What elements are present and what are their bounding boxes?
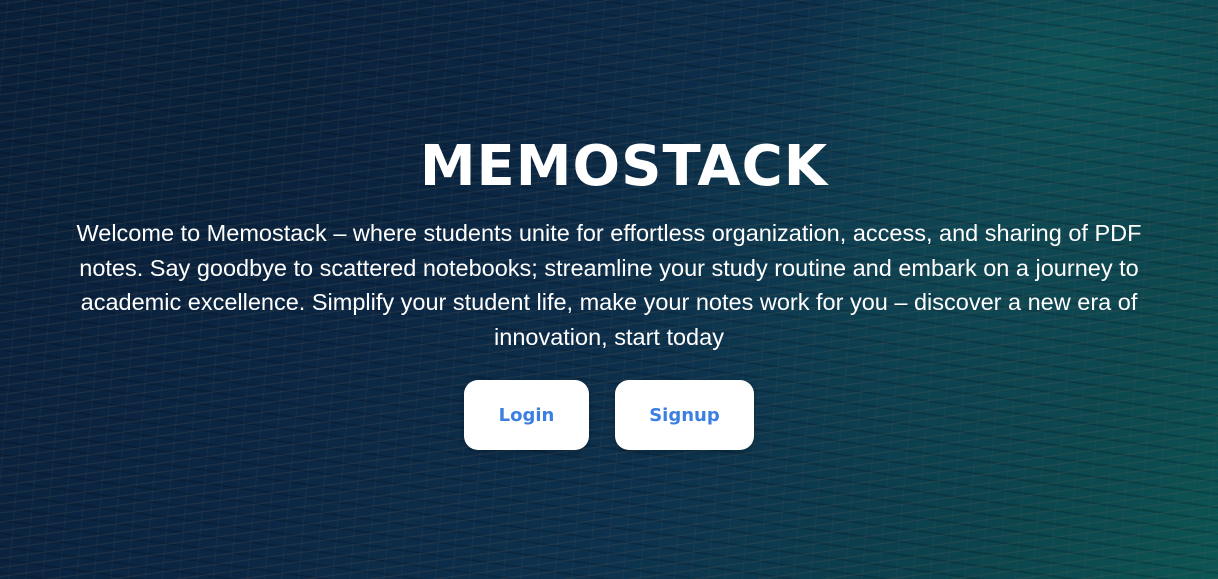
hero-content: MEMOSTACK Welcome to Memostack – where s… — [0, 136, 1218, 450]
hero-description: Welcome to Memostack – where students un… — [76, 220, 1142, 350]
hero-actions: Login Signup — [0, 380, 1218, 450]
signup-button[interactable]: Signup — [615, 380, 754, 450]
login-button[interactable]: Login — [464, 380, 589, 450]
hero-background: MEMOSTACK Welcome to Memostack – where s… — [0, 0, 1218, 579]
brand-title: MEMOSTACK — [419, 134, 829, 199]
